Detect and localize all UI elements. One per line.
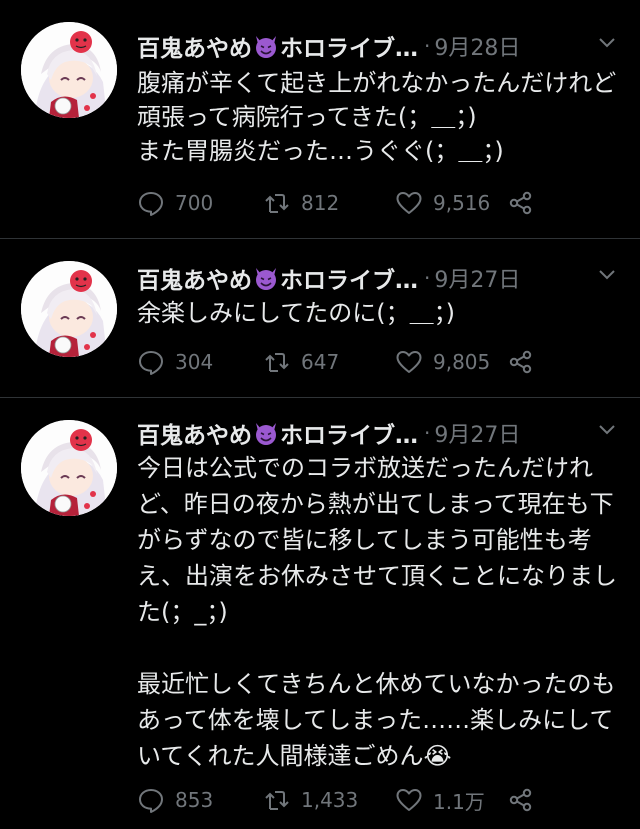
- retweet-icon: [265, 353, 289, 372]
- separator-dot: ·: [424, 34, 431, 58]
- reply-icon: [139, 192, 163, 216]
- share-icon: [509, 350, 532, 374]
- tweet[interactable]: 百鬼あやめ ホロライブ… · 9月27日 今日は公式でのコラボ放送だったんだけれ…: [0, 398, 640, 829]
- tweet-text: 腹痛が辛くて起き上がれなかったんだけれど頑張って病院行ってきた(；＿；) また胃…: [137, 69, 617, 165]
- retweet-count: 812: [301, 191, 340, 215]
- tweet-date[interactable]: 9月27日: [434, 262, 520, 294]
- reply-count: 700: [175, 191, 214, 215]
- tweet-actions: 700 812 9,516: [137, 186, 547, 220]
- smiling-devil-emoji: [256, 36, 276, 58]
- retweet-icon: [265, 194, 289, 213]
- smiling-devil-emoji: [256, 268, 276, 290]
- like-icon: [396, 351, 422, 373]
- reply-count: 853: [175, 788, 214, 812]
- tweet-header: 百鬼あやめ ホロライブ… · 9月27日: [137, 262, 624, 294]
- reply-button[interactable]: 304: [137, 348, 263, 376]
- reply-icon: [139, 789, 163, 813]
- like-button[interactable]: 9,516: [395, 189, 507, 217]
- share-icon: [509, 788, 532, 812]
- display-name-suffix[interactable]: ホロライブ…: [280, 29, 418, 63]
- retweet-button[interactable]: 812: [263, 189, 395, 217]
- like-button[interactable]: 1.1万: [395, 786, 507, 815]
- display-name[interactable]: 百鬼あやめ: [137, 29, 252, 63]
- separator-dot: ·: [424, 266, 431, 290]
- like-button[interactable]: 9,805: [395, 348, 507, 376]
- avatar[interactable]: [21, 420, 117, 516]
- chevron-down-icon[interactable]: [598, 266, 616, 284]
- share-button[interactable]: [507, 786, 547, 814]
- retweet-count: 647: [301, 350, 340, 374]
- avatar[interactable]: [21, 22, 117, 118]
- tweet-header: 百鬼あやめ ホロライブ… · 9月27日: [137, 417, 624, 449]
- display-name[interactable]: 百鬼あやめ: [137, 416, 252, 450]
- retweet-count: 1,433: [301, 788, 359, 812]
- reply-icon: [139, 351, 163, 375]
- share-icon: [509, 191, 532, 215]
- like-count: 9,805: [433, 350, 491, 374]
- tweet[interactable]: 百鬼あやめ ホロライブ… · 9月28日 腹痛が辛くて起き上がれなかったんだけれ…: [0, 0, 640, 239]
- tweet-date[interactable]: 9月28日: [434, 30, 520, 62]
- like-count: 1.1万: [433, 789, 485, 814]
- like-icon: [396, 789, 422, 811]
- tweet-text: 今日は公式でのコラボ放送だったんだけれど、昨日の夜から熱が出てしまって現在も下が…: [137, 454, 617, 770]
- retweet-button[interactable]: 647: [263, 348, 395, 376]
- separator-dot: ·: [424, 421, 431, 445]
- like-count: 9,516: [433, 191, 491, 215]
- tweet[interactable]: 百鬼あやめ ホロライブ… · 9月27日 余楽しみにしてたのに(；＿；) 304…: [0, 239, 640, 398]
- smiling-devil-emoji: [256, 423, 276, 445]
- like-icon: [396, 192, 422, 214]
- retweet-button[interactable]: 1,433: [263, 786, 395, 814]
- display-name-suffix[interactable]: ホロライブ…: [280, 416, 418, 450]
- tweet-actions: 304 647 9,805: [137, 345, 547, 379]
- share-button[interactable]: [507, 348, 547, 376]
- reply-button[interactable]: 700: [137, 189, 263, 217]
- avatar[interactable]: [21, 261, 117, 357]
- tweet-header: 百鬼あやめ ホロライブ… · 9月28日: [137, 30, 624, 62]
- tweet-text: 余楽しみにしてたのに(；＿；): [137, 299, 456, 327]
- tweet-date[interactable]: 9月27日: [434, 417, 520, 449]
- share-button[interactable]: [507, 189, 547, 217]
- display-name[interactable]: 百鬼あやめ: [137, 261, 252, 295]
- chevron-down-icon[interactable]: [598, 421, 616, 439]
- retweet-icon: [265, 791, 289, 810]
- tweet-actions: 853 1,433 1.1万: [137, 783, 547, 817]
- reply-button[interactable]: 853: [137, 786, 263, 814]
- reply-count: 304: [175, 350, 214, 374]
- chevron-down-icon[interactable]: [598, 34, 616, 52]
- display-name-suffix[interactable]: ホロライブ…: [280, 261, 418, 295]
